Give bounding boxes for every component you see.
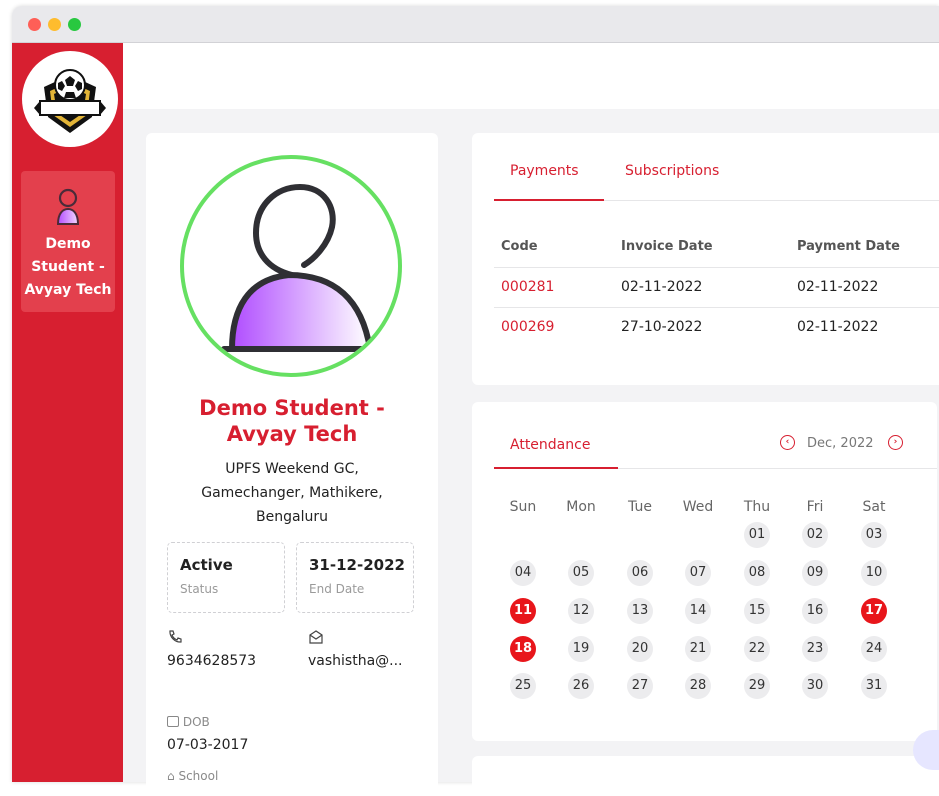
payments-card: Payments Subscriptions Code Invoice Date… <box>472 133 939 385</box>
calendar-day[interactable]: 11 <box>510 598 536 624</box>
column-header-payment-date: Payment Date <box>797 239 900 254</box>
user-avatar-icon <box>221 183 379 352</box>
invoice-date: 02-11-2022 <box>621 279 703 295</box>
calendar-day[interactable]: 05 <box>568 560 594 586</box>
email-icon <box>309 630 323 644</box>
calendar-day[interactable]: 20 <box>627 636 653 662</box>
calendar-icon <box>167 716 179 727</box>
calendar-day[interactable]: 29 <box>744 673 770 699</box>
dob-value: 07-03-2017 <box>167 737 249 753</box>
avatar <box>180 155 402 377</box>
calendar-day[interactable]: 04 <box>510 560 536 586</box>
column-header-code: Code <box>501 239 538 254</box>
calendar-day[interactable]: 12 <box>568 598 594 624</box>
status-box: Active Status <box>167 542 285 613</box>
bottom-card <box>472 756 939 796</box>
prev-month-button[interactable]: ‹ <box>780 435 795 450</box>
weekday-label: Fri <box>806 499 824 515</box>
month-label: Dec, 2022 <box>807 436 874 451</box>
invoice-code-link[interactable]: 000269 <box>501 319 554 335</box>
calendar-day[interactable]: 15 <box>744 598 770 624</box>
calendar-day[interactable]: 13 <box>627 598 653 624</box>
calendar-day[interactable]: 02 <box>802 522 828 548</box>
calendar-day[interactable]: 31 <box>861 673 887 699</box>
calendar-day[interactable]: 27 <box>627 673 653 699</box>
close-window-button[interactable] <box>28 18 41 31</box>
payment-date: 02-11-2022 <box>797 319 879 335</box>
calendar-day[interactable]: 06 <box>627 560 653 586</box>
email-address[interactable]: vashistha@... <box>308 653 403 669</box>
invoice-code-link[interactable]: 000281 <box>501 279 554 295</box>
attendance-card: Attendance ‹ Dec, 2022 › Sun Mon Tue Wed… <box>472 402 937 741</box>
weekday-label: Sun <box>509 499 537 515</box>
school-label: ⌂ School <box>167 769 219 783</box>
tab-payments[interactable]: Payments <box>510 163 579 179</box>
calendar-day[interactable]: 17 <box>861 598 887 624</box>
weekday-label: Tue <box>628 499 652 515</box>
end-date-box: 31-12-2022 End Date <box>296 542 414 613</box>
invoice-date: 27-10-2022 <box>621 319 703 335</box>
calendar-day[interactable]: 07 <box>685 560 711 586</box>
minimize-window-button[interactable] <box>48 18 61 31</box>
student-address: UPFS Weekend GC, Gamechanger, Mathikere,… <box>201 461 383 525</box>
calendar-day[interactable]: 14 <box>685 598 711 624</box>
football-crest-icon <box>34 69 106 133</box>
weekday-label: Wed <box>682 499 714 515</box>
calendar-day[interactable]: 08 <box>744 560 770 586</box>
tab-attendance[interactable]: Attendance <box>510 437 590 453</box>
weekday-label: Mon <box>566 499 596 515</box>
active-tab-indicator <box>494 199 604 201</box>
dob-label: DOB <box>167 715 210 729</box>
user-icon <box>56 188 80 225</box>
phone-number[interactable]: 9634628573 <box>167 653 256 669</box>
sidebar-item-label: Demo Student - Avyay Tech <box>24 236 112 298</box>
calendar-day[interactable]: 25 <box>510 673 536 699</box>
top-bar <box>123 43 939 109</box>
status-value: Active <box>180 556 233 574</box>
weekday-label: Thu <box>743 499 771 515</box>
row-divider <box>494 307 939 308</box>
end-date-label: End Date <box>309 582 365 596</box>
active-tab-indicator <box>494 467 618 469</box>
calendar-day[interactable]: 10 <box>861 560 887 586</box>
calendar-day[interactable]: 09 <box>802 560 828 586</box>
club-logo[interactable] <box>22 51 118 147</box>
calendar-day[interactable]: 24 <box>861 636 887 662</box>
sidebar-item-student[interactable]: Demo Student - Avyay Tech <box>21 171 115 312</box>
calendar-day[interactable]: 30 <box>802 673 828 699</box>
weekday-label: Sat <box>862 499 886 515</box>
column-header-invoice-date: Invoice Date <box>621 239 713 254</box>
sidebar: Demo Student - Avyay Tech <box>12 43 123 782</box>
end-date-value: 31-12-2022 <box>309 556 405 574</box>
calendar-day[interactable]: 21 <box>685 636 711 662</box>
calendar-day[interactable]: 16 <box>802 598 828 624</box>
profile-card: Demo Student - Avyay Tech UPFS Weekend G… <box>146 133 438 793</box>
student-name: Demo Student - Avyay Tech <box>199 396 385 446</box>
calendar-day[interactable]: 01 <box>744 522 770 548</box>
calendar-day[interactable]: 22 <box>744 636 770 662</box>
zoom-window-button[interactable] <box>68 18 81 31</box>
calendar-day[interactable]: 03 <box>861 522 887 548</box>
phone-icon <box>169 630 182 643</box>
payment-date: 02-11-2022 <box>797 279 879 295</box>
row-divider <box>494 267 939 268</box>
graduation-cap-icon: ⌂ <box>167 769 175 783</box>
calendar-day[interactable]: 18 <box>510 636 536 662</box>
tab-subscriptions[interactable]: Subscriptions <box>625 163 719 179</box>
status-label: Status <box>180 582 219 596</box>
title-bar <box>12 6 939 43</box>
calendar-day[interactable]: 19 <box>568 636 594 662</box>
next-month-button[interactable]: › <box>888 435 903 450</box>
calendar-day[interactable]: 28 <box>685 673 711 699</box>
calendar-day[interactable]: 23 <box>802 636 828 662</box>
calendar-day[interactable]: 26 <box>568 673 594 699</box>
